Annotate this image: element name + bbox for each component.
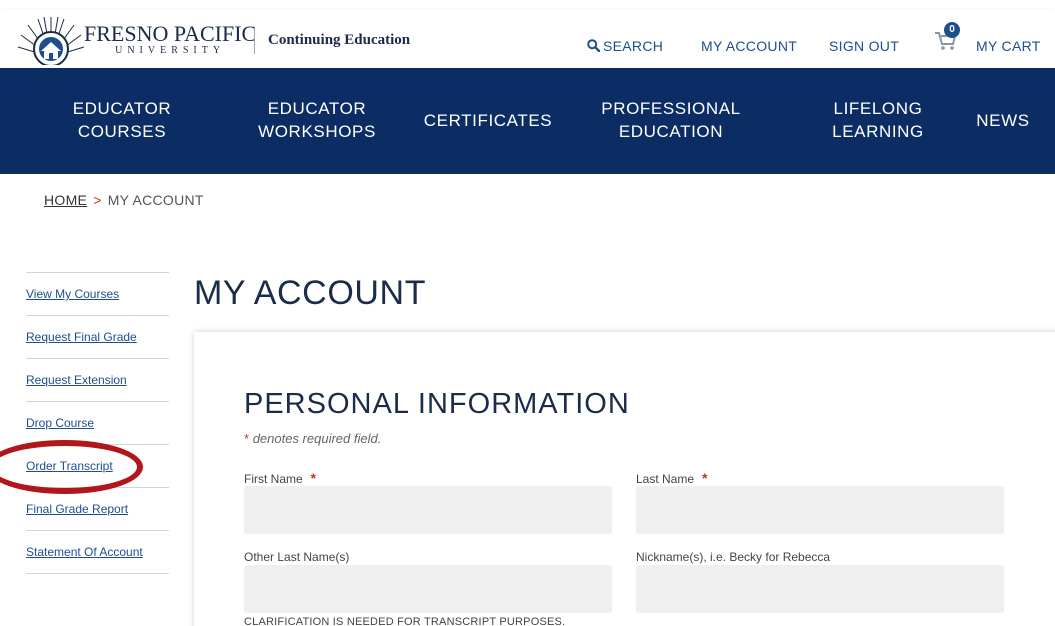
account-sidebar: View My Courses Request Final Grade Requ… xyxy=(26,272,169,574)
other-last-names-label: Other Last Name(s) xyxy=(244,550,350,564)
sidebar-link[interactable]: Drop Course xyxy=(26,416,94,430)
top-utility-bar: FRESNO PACIFIC UNIVERSITY Continuing Edu… xyxy=(0,10,1055,68)
sidebar-item-request-final-grade[interactable]: Request Final Grade xyxy=(26,316,169,359)
last-name-field[interactable] xyxy=(636,486,1004,534)
sign-out-link[interactable]: SIGN OUT xyxy=(829,38,899,54)
site-subtitle[interactable]: Continuing Education xyxy=(268,32,410,49)
sidebar-link[interactable]: Final Grade Report xyxy=(26,502,128,516)
section-title: PERSONAL INFORMATION xyxy=(244,388,630,420)
required-star: * xyxy=(244,431,250,446)
nav-professional-education[interactable]: PROFESSIONAL EDUCATION xyxy=(596,68,746,174)
search-icon xyxy=(587,39,601,53)
required-note: * denotes required field. xyxy=(244,431,382,446)
nav-lifelong-learning[interactable]: LIFELONG LEARNING xyxy=(818,68,938,174)
clarification-note: CLARIFICATION IS NEEDED FOR TRANSCRIPT P… xyxy=(244,616,566,626)
logo-sub-text: UNIVERSITY xyxy=(115,44,226,56)
required-star: * xyxy=(310,470,317,486)
nav-educator-workshops[interactable]: EDUCATOR WORKSHOPS xyxy=(250,68,384,174)
sidebar-item-statement-of-account[interactable]: Statement Of Account xyxy=(26,531,169,574)
nav-educator-courses[interactable]: EDUCATOR COURSES xyxy=(58,68,186,174)
sidebar-item-final-grade-report[interactable]: Final Grade Report xyxy=(26,488,169,531)
breadcrumb-separator: > xyxy=(93,192,102,208)
university-seal-icon xyxy=(17,16,85,65)
sidebar-item-view-my-courses[interactable]: View My Courses xyxy=(26,273,169,316)
breadcrumb-current: MY ACCOUNT xyxy=(107,192,204,208)
search-label: SEARCH xyxy=(603,38,664,54)
main-navigation: EDUCATOR COURSES EDUCATOR WORKSHOPS CERT… xyxy=(0,68,1055,174)
sidebar-link[interactable]: Request Final Grade xyxy=(26,330,137,344)
nav-news[interactable]: NEWS xyxy=(968,68,1038,174)
first-name-label: First Name * xyxy=(244,470,317,486)
my-cart-link[interactable]: MY CART xyxy=(976,38,1041,54)
logo-main-text: FRESNO PACIFIC xyxy=(84,20,257,46)
breadcrumb-home-link[interactable]: HOME xyxy=(44,192,87,208)
sidebar-item-request-extension[interactable]: Request Extension xyxy=(26,359,169,402)
sidebar-link[interactable]: Statement Of Account xyxy=(26,545,143,559)
university-logo[interactable]: FRESNO PACIFIC UNIVERSITY xyxy=(16,10,256,68)
nicknames-field[interactable] xyxy=(636,565,1004,613)
page-title: MY ACCOUNT xyxy=(194,274,427,312)
sidebar-link[interactable]: View My Courses xyxy=(26,287,119,301)
nav-certificates[interactable]: CERTIFICATES xyxy=(418,68,558,174)
logo-divider xyxy=(254,28,255,54)
cart-count-badge: 0 xyxy=(944,22,960,38)
required-star: * xyxy=(702,470,708,486)
sidebar-item-drop-course[interactable]: Drop Course xyxy=(26,402,169,445)
nicknames-label: Nickname(s), i.e. Becky for Rebecca xyxy=(636,550,831,564)
my-account-link[interactable]: MY ACCOUNT xyxy=(701,38,797,54)
other-last-names-field[interactable] xyxy=(244,565,612,613)
last-name-label: Last Name * xyxy=(636,470,708,486)
search-link[interactable]: SEARCH xyxy=(587,38,663,54)
first-name-field[interactable] xyxy=(244,486,612,534)
breadcrumb: HOME > MY ACCOUNT xyxy=(44,192,204,208)
sidebar-link[interactable]: Request Extension xyxy=(26,373,127,387)
